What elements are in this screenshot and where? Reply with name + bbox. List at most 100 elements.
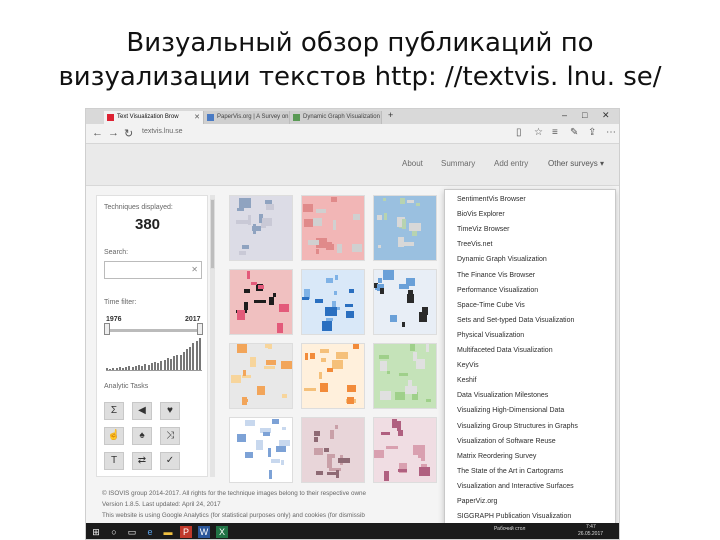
thumbnail-graphic [407,294,414,303]
tab-papervis[interactable]: PaperVis.org | A Survey on [204,111,290,124]
task-text-icon[interactable]: T [104,452,124,470]
survey-menu-item[interactable]: Keshif [457,377,476,384]
edge-browser-icon[interactable]: e [144,526,156,538]
search-icon[interactable]: ○ [108,526,120,538]
task-summarization-icon[interactable]: Σ [104,402,124,420]
survey-menu-item[interactable]: Visualization and Interactive Surfaces [457,483,574,490]
survey-menu-item[interactable]: Matrix Reordering Survey [457,453,536,460]
thumbnail-graphic [392,419,397,428]
thumbnail-graphic [335,275,338,280]
survey-menu-item[interactable]: Data Visualization Milestones [457,392,548,399]
technique-thumbnail[interactable] [229,417,293,483]
survey-menu-item[interactable]: The Finance Vis Browser [457,272,535,279]
url-field[interactable]: textvis.lnu.se [142,128,182,135]
file-explorer-icon[interactable]: ▬ [162,526,174,538]
technique-thumbnail[interactable] [229,195,293,261]
technique-thumbnail[interactable] [301,343,365,409]
thumbnail-graphic [303,204,313,212]
technique-thumbnail[interactable] [373,195,437,261]
task-sentiment-heart-icon[interactable]: ♥ [160,402,180,420]
hub-icon[interactable]: ≡ [552,127,558,138]
technique-thumbnail[interactable] [373,343,437,409]
panel-scrollbar[interactable] [210,195,215,477]
scrollbar-thumb[interactable] [210,199,215,269]
task-view-icon[interactable]: ▭ [126,526,138,538]
maximize-icon[interactable]: □ [582,110,587,120]
nav-summary[interactable]: Summary [441,159,475,168]
histogram-bar [173,356,176,370]
thumbnail-graphic [426,399,431,402]
survey-menu-item[interactable]: SentimentVis Browser [457,196,526,203]
survey-menu-item[interactable]: TimeViz Browser [457,226,510,233]
time-slider-end-handle[interactable] [197,323,203,335]
technique-thumbnail[interactable] [301,269,365,335]
survey-menu-item[interactable]: Physical Visualization [457,332,524,339]
notes-icon[interactable]: ✎ [570,127,578,138]
survey-menu-item[interactable]: Sets and Set-typed Data Visualization [457,317,574,324]
share-icon[interactable]: ⇪ [588,127,596,138]
new-tab-icon[interactable]: + [388,110,393,120]
thumbnail-graphic [231,375,241,383]
thumbnail-graphic [347,385,356,392]
refresh-icon[interactable]: ↻ [124,127,133,140]
survey-menu-item[interactable]: Multifaceted Data Visualization [457,347,553,354]
reading-view-icon[interactable]: ▯ [516,127,522,138]
technique-thumbnail[interactable] [301,195,365,261]
thumbnail-graphic [413,352,417,361]
task-opinion-thumb-icon[interactable]: ☝ [104,427,124,445]
minimize-icon[interactable]: – [562,110,567,120]
time-slider-track[interactable] [106,329,202,332]
nav-other-surveys[interactable]: Other surveys ▾ [548,159,604,168]
survey-menu-item[interactable]: The State of the Art in Cartograms [457,468,563,475]
thumbnail-graphic [330,430,334,439]
technique-thumbnail[interactable] [301,417,365,483]
thumbnail-graphic [380,361,387,371]
technique-thumbnail[interactable] [373,417,437,483]
thumbnail-graphic [245,399,248,402]
tab-dynamic-graph[interactable]: Dynamic Graph Visualization [290,111,382,124]
technique-thumbnail[interactable] [373,269,437,335]
histogram-bar [118,367,121,370]
thumbnail-graphic [416,203,420,206]
survey-menu-item[interactable]: SIGGRAPH Publication Visualization [457,513,571,520]
favorite-icon[interactable]: ☆ [534,127,543,138]
clear-search-icon[interactable]: ✕ [191,265,198,274]
more-icon[interactable]: ⋯ [606,127,616,138]
survey-menu-item[interactable]: Visualizing Group Structures in Graphs [457,423,578,430]
survey-menu-item[interactable]: BioVis Explorer [457,211,505,218]
time-slider-start-handle[interactable] [104,323,110,335]
histogram-bar [138,365,140,370]
nav-about[interactable]: About [402,159,423,168]
powerpoint-icon[interactable]: P [180,526,192,538]
technique-thumbnail[interactable] [229,269,293,335]
forward-icon[interactable]: → [108,127,119,139]
close-tab-icon[interactable]: ✕ [194,111,200,124]
nav-add-entry[interactable]: Add entry [494,159,528,168]
thumbnail-graphic [338,458,350,463]
browser-screenshot: Text Visualization Brow ✕ PaperVis.org |… [85,108,620,540]
start-windows-icon[interactable]: ⊞ [90,526,102,538]
survey-menu-item[interactable]: Visualization of Software Reuse [457,438,556,445]
word-icon[interactable]: W [198,526,210,538]
thumbnail-graphic [273,293,276,297]
task-check-icon[interactable]: ✓ [160,452,180,470]
survey-menu-item[interactable]: KeyVis [457,362,479,369]
tab-text-visualization[interactable]: Text Visualization Brow ✕ [104,111,204,124]
task-alert-bell-icon[interactable]: ♠ [132,427,152,445]
survey-menu-item[interactable]: Space-Time Cube Vis [457,302,525,309]
survey-menu-item[interactable]: Dynamic Graph Visualization [457,256,547,263]
search-input[interactable]: ✕ [104,261,202,279]
close-window-icon[interactable]: ✕ [602,110,610,121]
task-shuffle-icon[interactable]: ⤨ [160,427,180,445]
task-announcement-icon[interactable]: ◀ [132,402,152,420]
thumbnail-graphic [314,437,318,442]
survey-menu-item[interactable]: PaperViz.org [457,498,497,505]
survey-menu-item[interactable]: Performance Visualization [457,287,538,294]
task-compare-icon[interactable]: ⇄ [132,452,152,470]
excel-icon[interactable]: X [216,526,228,538]
histogram-bar [150,363,153,370]
back-icon[interactable]: ← [92,127,103,139]
survey-menu-item[interactable]: TreeVis.net [457,241,492,248]
survey-menu-item[interactable]: Visualizing High-Dimensional Data [457,407,564,414]
technique-thumbnail[interactable] [229,343,293,409]
